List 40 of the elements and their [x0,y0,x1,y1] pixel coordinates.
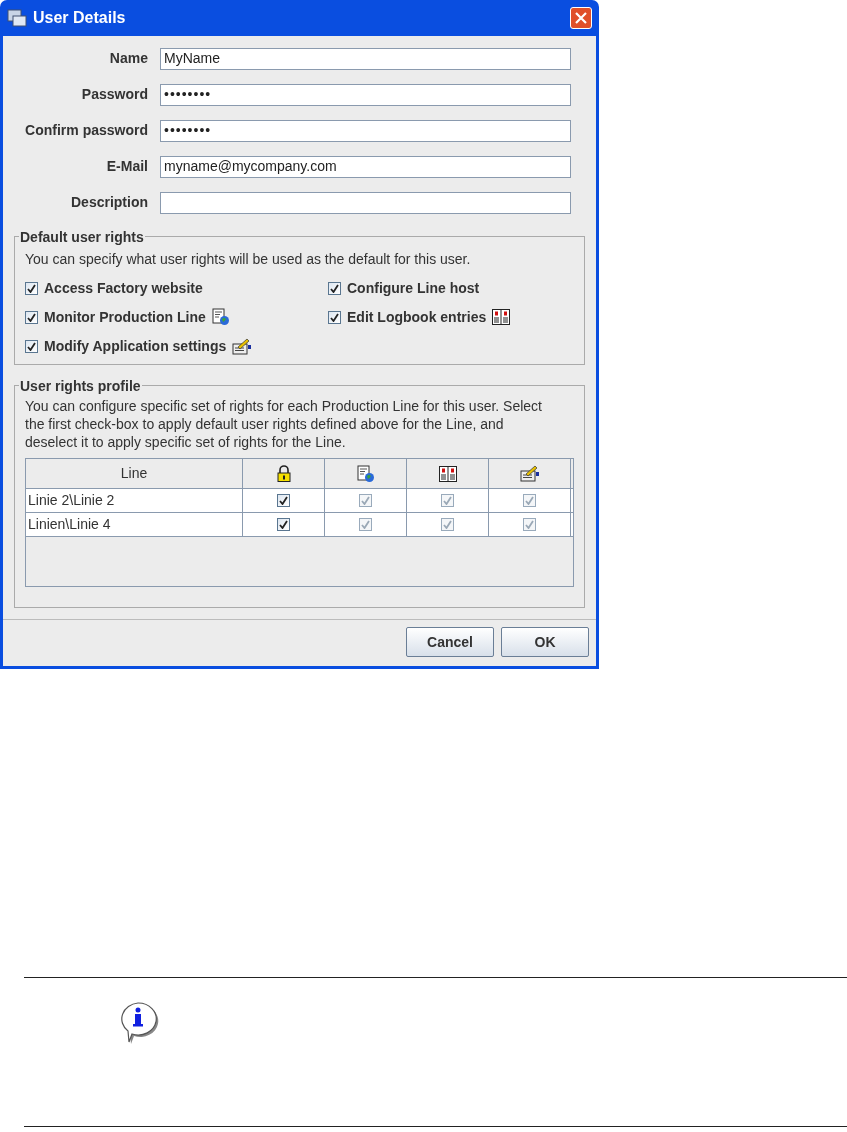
checkbox[interactable] [328,310,341,324]
input-field[interactable]: •••••••• [160,83,571,106]
checkbox[interactable] [328,281,341,295]
input-field[interactable]: MyName [160,47,571,70]
checkbox[interactable] [25,339,38,353]
logbook-icon [438,465,457,482]
input-field[interactable]: myname@mycompany.com [160,155,571,178]
field-label: Description [70,193,149,212]
field-label: Password [80,85,149,104]
checkbox-label: Monitor Production Line [44,307,206,327]
checkbox[interactable] [25,310,38,324]
checkbox-label: Edit Logbook entries [347,307,487,327]
edit-form-icon [519,465,540,482]
document-globe-icon [211,308,230,326]
column-header[interactable]: Line [26,459,243,488]
dialog-button[interactable]: OK [501,627,589,657]
window-title: User Details [33,8,126,28]
edit-form-icon [232,337,253,355]
logbook-icon [492,309,511,325]
document-globe-icon [356,464,375,483]
checkbox-label: Configure Line host [347,278,480,298]
field-label: E-Mail [105,157,149,176]
close-button[interactable] [570,7,592,29]
dialog-button[interactable]: Cancel [406,627,494,657]
table-cell: Linien\Linie 4 [26,513,243,536]
checkbox[interactable] [277,494,290,507]
lock-icon [276,465,291,482]
input-field[interactable]: •••••••• [160,119,571,142]
app-icon [7,9,27,27]
close-icon [575,12,587,24]
field-label: Confirm password [24,121,149,140]
checkbox[interactable] [25,281,38,295]
field-label: Name [108,49,149,68]
description-text: You can configure specific set of rights for each Production Line for this user. Select the first check-box to apply default user rights defined above for the Line, and deselect it to apply specific set of rights for the Line. [25,397,543,451]
checkbox[interactable] [277,518,290,531]
input-field[interactable] [160,191,571,214]
checkbox-label: Access Factory website [44,278,203,298]
table-cell: Linie 2\Linie 2 [26,489,243,512]
checkbox-label: Modify Application settings [44,336,227,356]
description-text: You can specify what user rights will be used as the default for this user. [25,250,472,269]
